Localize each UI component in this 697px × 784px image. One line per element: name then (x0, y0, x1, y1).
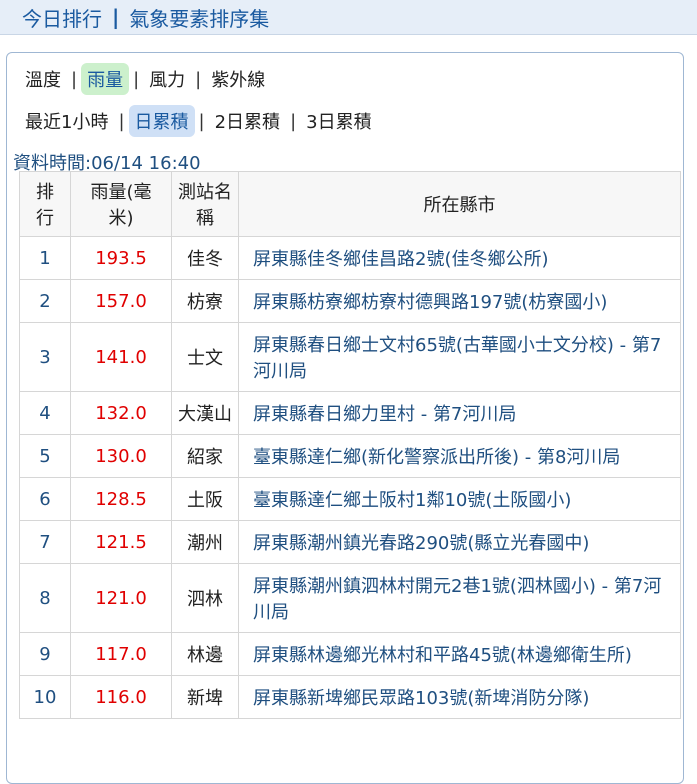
cell-rank: 5 (19, 434, 71, 478)
cell-location: 屏東縣潮州鎮泗林村開元2巷1號(泗林國小) - 第7河川局 (238, 563, 681, 633)
cell-station: 土阪 (171, 477, 239, 521)
table-row: 10 116.0 新埤 屏東縣新埤鄉民眾路103號(新埤消防分隊) (19, 675, 681, 719)
cell-station: 紹家 (171, 434, 239, 478)
page-header: 今日排行 | 氣象要素排序集 (0, 0, 697, 35)
cell-rank: 3 (19, 322, 71, 392)
tab-daily-accum[interactable]: 日累積 (128, 105, 195, 137)
header-title-left: 今日排行 (22, 6, 102, 31)
cell-location: 屏東縣潮州鎮光春路290號(縣立光春國中) (238, 520, 681, 564)
col-station: 測站名 稱 (171, 171, 239, 237)
category-tabs: 溫度 | 雨量 | 風力 | 紫外線 (19, 63, 271, 95)
cell-station: 枋寮 (171, 279, 239, 323)
cell-rainfall: 121.5 (70, 520, 172, 564)
tab-divider: | (71, 68, 78, 90)
cell-rainfall: 130.0 (70, 434, 172, 478)
cell-location: 屏東縣春日鄉士文村65號(古華國小士文分校) - 第7河川局 (238, 322, 681, 392)
cell-station: 大漢山 (171, 391, 239, 435)
table-row: 2 157.0 枋寮 屏東縣枋寮鄉枋寮村德興路197號(枋寮國小) (19, 279, 681, 323)
tab-divider: | (195, 68, 202, 90)
cell-location: 屏東縣佳冬鄉佳昌路2號(佳冬鄉公所) (238, 236, 681, 280)
tab-divider: | (198, 110, 205, 132)
cell-location: 屏東縣林邊鄉光林村和平路45號(林邊鄉衛生所) (238, 632, 681, 676)
cell-rank: 6 (19, 477, 71, 521)
cell-rainfall: 121.0 (70, 563, 172, 633)
ranking-panel: 溫度 | 雨量 | 風力 | 紫外線 最近1小時 | 日累積 | 2日累積 | … (6, 52, 684, 784)
cell-location: 臺東縣達仁鄉(新化警察派出所後) - 第8河川局 (238, 434, 681, 478)
ranking-table: 排 行 雨量(毫 米) 測站名 稱 所在縣市 1 193.5 佳冬 屏東縣佳冬鄉… (19, 171, 681, 719)
cell-rank: 4 (19, 391, 71, 435)
table-header-row: 排 行 雨量(毫 米) 測站名 稱 所在縣市 (19, 171, 681, 237)
period-tabs: 最近1小時 | 日累積 | 2日累積 | 3日累積 (19, 105, 378, 137)
cell-station: 士文 (171, 322, 239, 392)
cell-rank: 7 (19, 520, 71, 564)
cell-rainfall: 141.0 (70, 322, 172, 392)
tab-divider: | (133, 68, 140, 90)
table-row: 3 141.0 士文 屏東縣春日鄉士文村65號(古華國小士文分校) - 第7河川… (19, 322, 681, 392)
cell-location: 屏東縣新埤鄉民眾路103號(新埤消防分隊) (238, 675, 681, 719)
tab-divider: | (290, 110, 297, 132)
col-rainfall: 雨量(毫 米) (70, 171, 172, 237)
cell-rank: 10 (19, 675, 71, 719)
cell-station: 泗林 (171, 563, 239, 633)
header-separator: | (112, 5, 120, 29)
tab-temperature[interactable]: 溫度 (19, 63, 67, 95)
cell-station: 林邊 (171, 632, 239, 676)
table-row: 4 132.0 大漢山 屏東縣春日鄉力里村 - 第7河川局 (19, 391, 681, 435)
tab-2day-accum[interactable]: 2日累積 (209, 105, 286, 137)
cell-rainfall: 117.0 (70, 632, 172, 676)
table-row: 7 121.5 潮州 屏東縣潮州鎮光春路290號(縣立光春國中) (19, 520, 681, 564)
table-row: 5 130.0 紹家 臺東縣達仁鄉(新化警察派出所後) - 第8河川局 (19, 434, 681, 478)
tab-3day-accum[interactable]: 3日累積 (300, 105, 377, 137)
table-row: 8 121.0 泗林 屏東縣潮州鎮泗林村開元2巷1號(泗林國小) - 第7河川局 (19, 563, 681, 633)
table-row: 9 117.0 林邊 屏東縣林邊鄉光林村和平路45號(林邊鄉衛生所) (19, 632, 681, 676)
cell-location: 臺東縣達仁鄉土阪村1鄰10號(土阪國小) (238, 477, 681, 521)
col-location: 所在縣市 (238, 171, 681, 237)
header-title-right: 氣象要素排序集 (129, 6, 270, 31)
cell-rainfall: 157.0 (70, 279, 172, 323)
cell-rank: 8 (19, 563, 71, 633)
tab-rainfall[interactable]: 雨量 (81, 63, 130, 95)
cell-rainfall: 116.0 (70, 675, 172, 719)
cell-rank: 9 (19, 632, 71, 676)
cell-location: 屏東縣枋寮鄉枋寮村德興路197號(枋寮國小) (238, 279, 681, 323)
table-row: 6 128.5 土阪 臺東縣達仁鄉土阪村1鄰10號(土阪國小) (19, 477, 681, 521)
tab-uv[interactable]: 紫外線 (205, 63, 271, 95)
cell-rainfall: 128.5 (70, 477, 172, 521)
table-row: 1 193.5 佳冬 屏東縣佳冬鄉佳昌路2號(佳冬鄉公所) (19, 236, 681, 280)
tab-wind[interactable]: 風力 (143, 63, 191, 95)
cell-rank: 1 (19, 236, 71, 280)
tab-last-hour[interactable]: 最近1小時 (19, 105, 114, 137)
cell-location: 屏東縣春日鄉力里村 - 第7河川局 (238, 391, 681, 435)
col-rank: 排 行 (19, 171, 71, 237)
cell-station: 佳冬 (171, 236, 239, 280)
cell-station: 新埤 (171, 675, 239, 719)
cell-rank: 2 (19, 279, 71, 323)
cell-station: 潮州 (171, 520, 239, 564)
cell-rainfall: 132.0 (70, 391, 172, 435)
tab-divider: | (118, 110, 125, 132)
cell-rainfall: 193.5 (70, 236, 172, 280)
